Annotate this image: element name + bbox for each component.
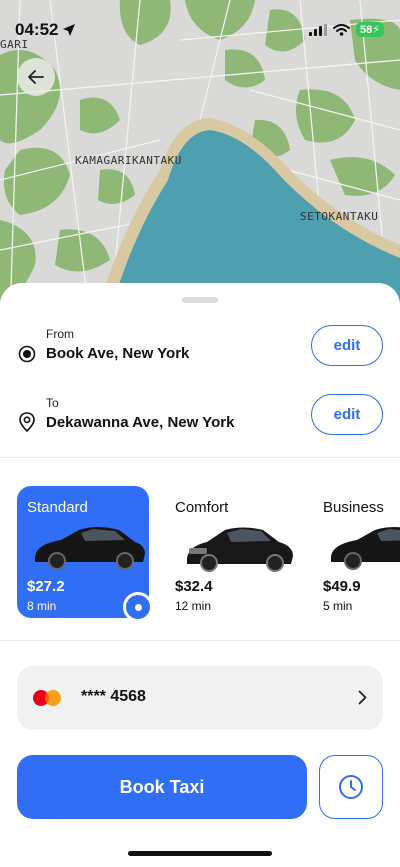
car-name: Comfort: [175, 499, 229, 516]
sheet-grabber[interactable]: [182, 297, 218, 303]
car-eta: 8 min: [27, 599, 57, 613]
divider: [0, 640, 400, 641]
wifi-icon: [333, 23, 351, 36]
back-button[interactable]: [17, 58, 55, 96]
map-pin-icon: [19, 412, 35, 432]
battery-level: 58: [360, 24, 373, 36]
to-address: Dekawanna Ave, New York: [46, 414, 235, 431]
car-eta: 5 min: [323, 599, 353, 613]
arrow-left-icon: [28, 70, 44, 84]
time-text: 04:52: [15, 20, 59, 39]
car-price: $27.2: [27, 578, 65, 595]
selected-indicator: [123, 592, 153, 622]
status-time: 04:52: [15, 20, 76, 40]
home-indicator[interactable]: [128, 851, 272, 856]
card-number: **** 4568: [81, 688, 146, 705]
car-price: $49.9: [323, 578, 361, 595]
edit-to-button[interactable]: edit: [311, 394, 383, 435]
charging-bolt-icon: ⚡: [372, 24, 380, 36]
origin-dot-icon: [18, 345, 36, 363]
schedule-button[interactable]: [319, 755, 383, 819]
divider: [0, 457, 400, 458]
status-bar: 04:52 58⚡: [0, 0, 400, 50]
from-address: Book Ave, New York: [46, 345, 190, 362]
car-option-business[interactable]: Business $49.9 5 min: [313, 486, 400, 618]
status-indicators: 58⚡: [309, 22, 384, 37]
mastercard-icon: [33, 690, 61, 706]
edit-from-button[interactable]: edit: [311, 325, 383, 366]
from-location-row: From Book Ave, New York edit: [0, 323, 400, 383]
car-image: [331, 527, 400, 570]
car-eta: 12 min: [175, 599, 212, 613]
car-image: [35, 527, 145, 570]
to-label: To: [46, 396, 59, 410]
chevron-right-icon: [358, 690, 367, 705]
payment-method-row[interactable]: **** 4568: [17, 666, 383, 730]
location-arrow-icon: [63, 24, 76, 36]
from-label: From: [46, 327, 74, 341]
car-price: $32.4: [175, 578, 213, 595]
car-name: Business: [323, 499, 384, 516]
battery-indicator: 58⚡: [356, 22, 384, 37]
map-label-seto: SETOKANTAKU: [300, 210, 379, 223]
book-taxi-button[interactable]: Book Taxi: [17, 755, 307, 819]
cellular-signal-icon: [309, 23, 328, 36]
car-option-standard[interactable]: Standard $27.2 8 min: [17, 486, 153, 622]
car-option-comfort[interactable]: Comfort $32.4 12 min: [165, 486, 297, 618]
to-location-row: To Dekawanna Ave, New York edit: [0, 392, 400, 452]
car-image: [187, 527, 293, 572]
map-label-kamagari: KAMAGARIKANTAKU: [75, 154, 182, 167]
clock-icon: [339, 775, 363, 799]
car-name: Standard: [27, 499, 88, 516]
car-options-list[interactable]: Standard $27.2 8 min Comfort $32.4 12 mi…: [0, 483, 400, 623]
booking-sheet: From Book Ave, New York edit To Dekawann…: [0, 283, 400, 867]
